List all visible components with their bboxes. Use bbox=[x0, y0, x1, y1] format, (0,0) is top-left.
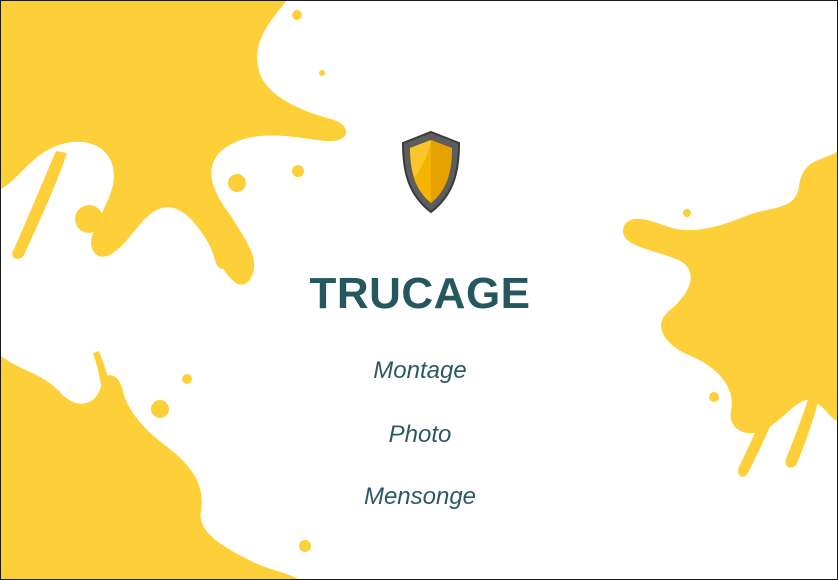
keyword-montage: Montage bbox=[373, 357, 467, 384]
slide-card: TRUCAGE Montage Photo Mensonge bbox=[0, 0, 838, 580]
keyword-photo: Photo bbox=[388, 421, 452, 448]
splash-top-left bbox=[1, 1, 347, 285]
keyword-mensonge: Mensonge bbox=[363, 483, 477, 510]
slide-title: TRUCAGE bbox=[309, 269, 531, 318]
shield-icon bbox=[401, 130, 461, 214]
splash-bottom-left bbox=[1, 356, 298, 579]
